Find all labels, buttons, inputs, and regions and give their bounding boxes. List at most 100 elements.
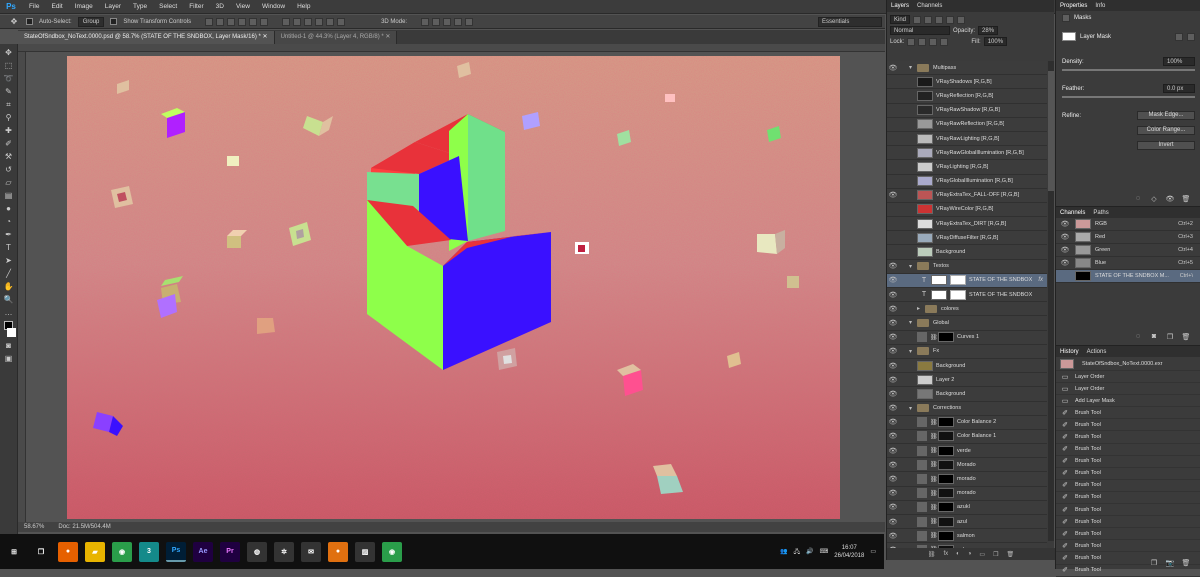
align-middle-icon[interactable] bbox=[216, 17, 225, 26]
density-slider[interactable] bbox=[1062, 69, 1195, 71]
type-tool-icon[interactable]: T bbox=[3, 243, 15, 252]
align-left-icon[interactable] bbox=[238, 17, 247, 26]
explorer-icon[interactable]: ▰ bbox=[85, 541, 105, 562]
visibility-eye-icon[interactable]: 👁 bbox=[887, 503, 899, 511]
channels-tab-paths[interactable]: Paths bbox=[1093, 210, 1108, 216]
layer-group[interactable]: 👁 ▾ Global bbox=[887, 316, 1047, 331]
new-group-icon[interactable]: ▭ bbox=[979, 551, 985, 558]
auto-select-checkbox[interactable] bbox=[26, 18, 33, 25]
app-d-icon[interactable]: ● bbox=[328, 541, 348, 562]
history-item[interactable]: ✐ Brush Tool bbox=[1056, 419, 1200, 432]
invert-button[interactable]: Invert bbox=[1137, 141, 1195, 150]
layer-group[interactable]: 👁 ▾ Corrections bbox=[887, 401, 1047, 416]
properties-tab-info[interactable]: Info bbox=[1095, 3, 1105, 9]
start-icon[interactable]: ⊞ bbox=[4, 541, 24, 562]
layer-mask-thumb[interactable] bbox=[938, 474, 954, 485]
visibility-eye-icon[interactable]: 👁 bbox=[887, 262, 899, 270]
layer-row[interactable]: 👁 VRayLighting [R,G,B] bbox=[887, 160, 1047, 175]
notifications-icon[interactable]: ▭ bbox=[870, 548, 876, 555]
layer-row[interactable]: 👁 Background bbox=[887, 245, 1047, 260]
fill-input[interactable]: 100% bbox=[983, 37, 1008, 46]
history-tab-actions[interactable]: Actions bbox=[1087, 349, 1107, 355]
document-tab[interactable]: StateOfSndbox_NoText.0000.psd @ 58.7% (S… bbox=[18, 31, 275, 44]
layer-row[interactable]: 👁 ⛓ Color Balance 1 bbox=[887, 429, 1047, 445]
expand-arrow-icon[interactable]: ▾ bbox=[909, 319, 917, 326]
expand-arrow-icon[interactable]: ▾ bbox=[909, 348, 917, 355]
lock-position-icon[interactable] bbox=[929, 37, 938, 46]
history-item[interactable]: ✐ Brush Tool bbox=[1056, 516, 1200, 529]
density-input[interactable]: 100% bbox=[1163, 57, 1195, 66]
visibility-eye-icon[interactable]: 👁 bbox=[887, 248, 899, 256]
transform-controls-checkbox[interactable] bbox=[110, 18, 118, 25]
add-mask-icon[interactable]: ◐ bbox=[956, 551, 960, 557]
new-document-icon[interactable]: ❐ bbox=[1149, 559, 1159, 567]
visibility-eye-icon[interactable]: 👁 bbox=[887, 120, 899, 128]
layer-mask-thumb[interactable] bbox=[938, 332, 954, 343]
channel-row[interactable]: 👁 RGB Ctrl+2 bbox=[1056, 218, 1200, 231]
visibility-eye-icon[interactable]: 👁 bbox=[1059, 246, 1071, 254]
visibility-eye-icon[interactable]: 👁 bbox=[887, 362, 899, 370]
filter-shape-icon[interactable] bbox=[946, 15, 955, 24]
hand-tool-icon[interactable]: ✋ bbox=[3, 282, 15, 291]
lasso-tool-icon[interactable]: ➰ bbox=[3, 74, 15, 83]
app-f-icon[interactable]: ◉ bbox=[382, 541, 402, 562]
menu-window[interactable]: Window bbox=[256, 3, 291, 10]
layer-row[interactable]: 👁 VRayWireColor [R,G,B] bbox=[887, 202, 1047, 218]
layer-row[interactable]: 👁 ⛓ verde bbox=[887, 444, 1047, 459]
align-center-icon[interactable] bbox=[249, 17, 258, 26]
clone-stamp-tool-icon[interactable]: ⚒ bbox=[3, 152, 15, 161]
vector-mask-icon[interactable] bbox=[1187, 32, 1195, 41]
more-tools-icon[interactable]: … bbox=[3, 308, 15, 317]
healing-brush-tool-icon[interactable]: ✚ bbox=[3, 126, 15, 135]
layer-row[interactable]: 👁 VRayRawGlobalIllumination [R,G,B] bbox=[887, 146, 1047, 161]
move-tool-icon[interactable]: ✥ bbox=[3, 48, 15, 57]
visibility-eye-icon[interactable]: 👁 bbox=[887, 319, 899, 327]
gradient-tool-icon[interactable]: ▤ bbox=[3, 191, 15, 200]
background-color-swatch[interactable] bbox=[7, 328, 16, 337]
expand-arrow-icon[interactable]: ▸ bbox=[917, 305, 925, 312]
clock[interactable]: 16:07 26/04/2018 bbox=[834, 544, 864, 560]
eraser-tool-icon[interactable]: ▱ bbox=[3, 178, 15, 187]
menu-file[interactable]: File bbox=[23, 3, 45, 10]
align-bottom-icon[interactable] bbox=[227, 17, 236, 26]
menu-filter[interactable]: Filter bbox=[183, 3, 209, 10]
distribute-left-icon[interactable] bbox=[315, 17, 324, 26]
visibility-eye-icon[interactable]: 👁 bbox=[887, 135, 899, 143]
filter-adjust-icon[interactable] bbox=[924, 15, 933, 24]
eyedropper-tool-icon[interactable]: ⚲ bbox=[3, 113, 15, 122]
layer-row[interactable]: 👁 ⛓ morado bbox=[887, 486, 1047, 501]
history-item[interactable]: ▭ Add Layer Mask bbox=[1056, 395, 1200, 408]
visibility-eye-icon[interactable]: 👁 bbox=[887, 518, 899, 526]
history-item[interactable]: ✐ Brush Tool bbox=[1056, 492, 1200, 505]
menu-view[interactable]: View bbox=[230, 3, 256, 10]
distribute-bottom-icon[interactable] bbox=[304, 17, 313, 26]
visibility-eye-icon[interactable]: 👁 bbox=[887, 276, 899, 284]
layers-scroll-thumb[interactable] bbox=[1048, 71, 1054, 191]
visibility-eye-icon[interactable]: 👁 bbox=[887, 347, 899, 355]
layer-row[interactable]: 👁 VRayRawLighting [R,G,B] bbox=[887, 131, 1047, 147]
visibility-eye-icon[interactable]: 👁 bbox=[1059, 259, 1071, 267]
delete-state-icon[interactable]: 🗑 bbox=[1181, 559, 1191, 567]
zoom-level[interactable]: 58.67% bbox=[24, 524, 44, 530]
layer-group[interactable]: 👁 ▾ Fx bbox=[887, 344, 1047, 359]
layer-mask-thumb[interactable] bbox=[938, 516, 954, 527]
visibility-eye-icon[interactable]: 👁 bbox=[887, 78, 899, 86]
visibility-eye-icon[interactable]: 👁 bbox=[887, 92, 899, 100]
menu-layer[interactable]: Layer bbox=[99, 3, 127, 10]
layer-row[interactable]: 👁 Layer 2 bbox=[887, 373, 1047, 388]
adjustment-layer-icon[interactable]: ◑ bbox=[968, 551, 972, 557]
layer-group[interactable]: 👁 ▸ colores bbox=[887, 302, 1047, 317]
blur-tool-icon[interactable]: ● bbox=[3, 204, 15, 213]
quick-select-tool-icon[interactable]: ✎ bbox=[3, 87, 15, 96]
layers-tab-layers[interactable]: Layers bbox=[891, 3, 909, 9]
menu-type[interactable]: Type bbox=[127, 3, 153, 10]
save-selection-icon[interactable]: ◙ bbox=[1149, 333, 1159, 341]
visibility-eye-icon[interactable]: 👁 bbox=[887, 149, 899, 157]
layer-fx-icon[interactable]: fx bbox=[1038, 277, 1043, 283]
new-layer-icon[interactable]: ❐ bbox=[993, 551, 998, 558]
visibility-eye-icon[interactable]: 👁 bbox=[887, 205, 899, 213]
layer-row[interactable]: 👁 Background bbox=[887, 358, 1047, 374]
align-top-icon[interactable] bbox=[205, 17, 214, 26]
crop-tool-icon[interactable]: ⌗ bbox=[3, 100, 15, 109]
layer-row[interactable]: 👁 ⛓ salmon bbox=[887, 529, 1047, 544]
